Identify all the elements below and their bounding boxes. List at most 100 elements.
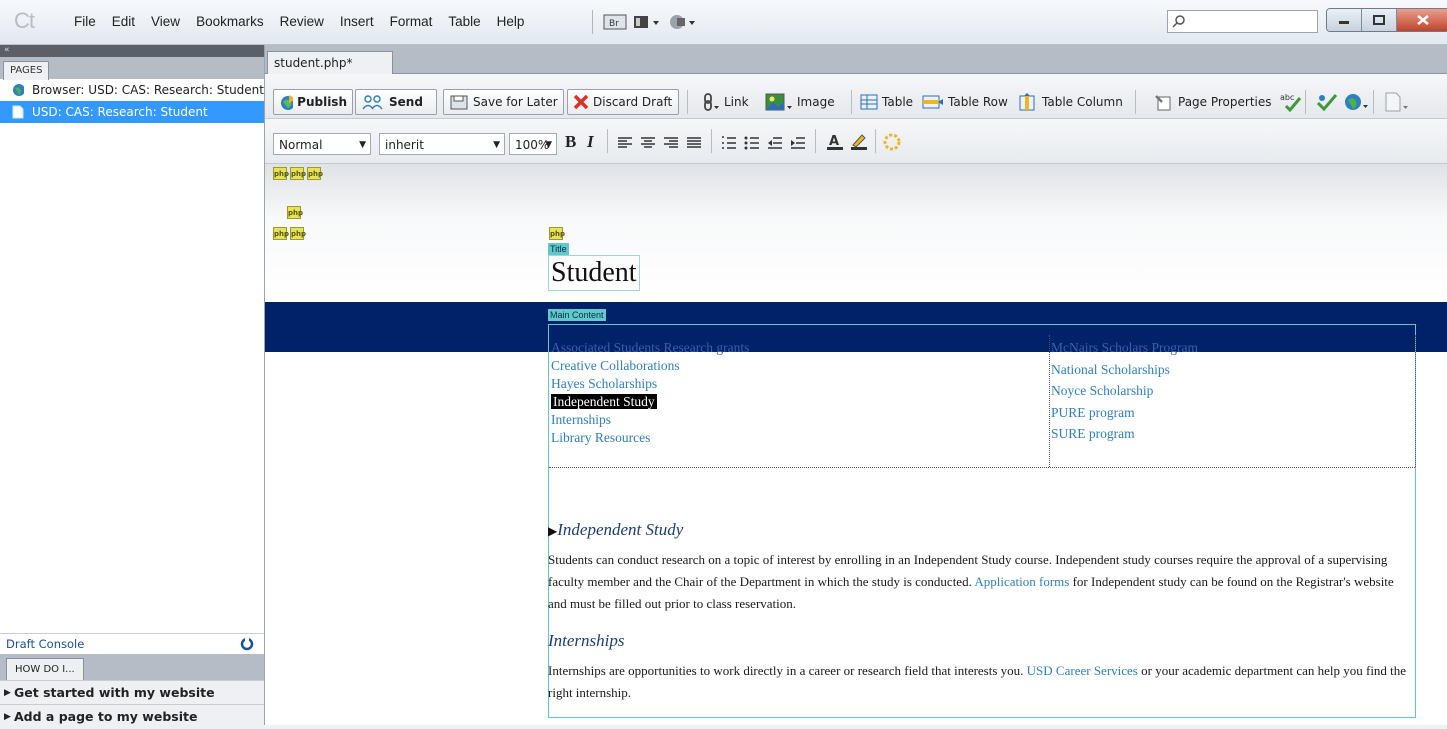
link-associated-students[interactable]: Associated Students Research grants bbox=[551, 339, 749, 357]
pages-tab[interactable]: PAGES bbox=[3, 61, 50, 80]
php-marker-icon[interactable]: php bbox=[273, 167, 289, 180]
search-input[interactable] bbox=[1167, 10, 1318, 33]
php-marker-icon[interactable]: php bbox=[290, 227, 306, 240]
php-marker-icon[interactable]: php bbox=[307, 167, 323, 180]
align-right-icon[interactable] bbox=[663, 136, 679, 150]
link-icon bbox=[704, 93, 719, 111]
link-noyce-scholarship[interactable]: Noyce Scholarship bbox=[1051, 380, 1198, 402]
link-pure-program[interactable]: PURE program bbox=[1051, 402, 1198, 424]
page-icon bbox=[1385, 92, 1408, 112]
section-heading-internships[interactable]: Internships bbox=[548, 631, 625, 651]
link-independent-study[interactable]: Independent Study bbox=[551, 394, 657, 409]
bridge-button[interactable]: Br bbox=[603, 11, 627, 33]
chevron-down-icon: ▼ bbox=[493, 140, 500, 150]
table-row-button[interactable]: Table Row bbox=[917, 89, 1013, 115]
application-forms-link[interactable]: Application forms bbox=[974, 574, 1069, 589]
menu-format[interactable]: Format bbox=[382, 14, 441, 29]
menu-file[interactable]: File bbox=[66, 14, 104, 29]
globe-icon bbox=[1345, 94, 1368, 110]
collapse-panel-button[interactable]: « bbox=[0, 45, 264, 57]
right-link-list: McNairs Scholars Program National Schola… bbox=[1051, 337, 1198, 445]
link-hayes-scholarships[interactable]: Hayes Scholarships bbox=[551, 375, 749, 393]
align-justify-icon[interactable] bbox=[686, 136, 702, 150]
menu-bar: Ct File Edit View Bookmarks Review Inser… bbox=[0, 0, 1447, 45]
how-do-i-tab[interactable]: HOW DO I... bbox=[6, 658, 84, 681]
menu-view[interactable]: View bbox=[143, 14, 188, 29]
menu-bookmarks[interactable]: Bookmarks bbox=[188, 14, 272, 29]
special-character-icon[interactable] bbox=[883, 133, 901, 151]
table-column-button[interactable]: Table Column bbox=[1013, 89, 1128, 115]
publish-button[interactable]: Publish bbox=[273, 89, 353, 115]
page-options-button[interactable] bbox=[1379, 89, 1415, 115]
play-icon: ▶ bbox=[548, 524, 558, 538]
link-button[interactable]: Link bbox=[695, 89, 754, 115]
chevron-down-icon: ▼ bbox=[359, 140, 366, 150]
chevron-down-icon: ▼ bbox=[545, 140, 552, 150]
table-button[interactable]: Table bbox=[855, 89, 918, 115]
editor-canvas[interactable]: php php php php php php php Title Studen… bbox=[265, 164, 1447, 725]
spellcheck-icon: abc bbox=[1280, 93, 1302, 112]
title-region-label[interactable]: Title bbox=[548, 243, 569, 255]
main-content-region-label[interactable]: Main Content bbox=[548, 309, 606, 321]
layout-button[interactable] bbox=[633, 11, 663, 33]
php-marker-icon[interactable]: php bbox=[287, 206, 303, 219]
send-button[interactable]: Send bbox=[355, 89, 437, 115]
close-button[interactable] bbox=[1397, 9, 1447, 31]
link-creative-collaborations[interactable]: Creative Collaborations bbox=[551, 357, 749, 375]
link-library-resources[interactable]: Library Resources bbox=[551, 429, 749, 447]
php-marker-icon[interactable]: php bbox=[549, 227, 565, 240]
discard-draft-button[interactable]: Discard Draft bbox=[567, 89, 679, 115]
link-sure-program[interactable]: SURE program bbox=[1051, 423, 1198, 445]
indent-icon[interactable] bbox=[790, 136, 806, 150]
section-heading-independent-study[interactable]: ▶Independent Study bbox=[548, 520, 683, 540]
window-controls bbox=[1326, 8, 1447, 32]
ordered-list-icon[interactable] bbox=[721, 136, 737, 150]
preview-button[interactable] bbox=[1339, 89, 1375, 115]
menu-help[interactable]: Help bbox=[489, 14, 533, 29]
align-left-icon[interactable] bbox=[617, 136, 633, 150]
tab-student-php[interactable]: student.php* bbox=[267, 51, 393, 74]
page-item-browser[interactable]: Browser: USD: CAS: Research: Student bbox=[0, 79, 264, 101]
independent-study-paragraph[interactable]: Students can conduct research on a topic… bbox=[548, 549, 1412, 615]
menu-table[interactable]: Table bbox=[440, 14, 488, 29]
internships-paragraph[interactable]: Internships are opportunities to work di… bbox=[548, 660, 1412, 704]
bold-button[interactable]: B bbox=[565, 132, 576, 152]
page-properties-button[interactable]: Page Properties bbox=[1149, 89, 1277, 115]
unordered-list-icon[interactable] bbox=[744, 136, 760, 150]
font-family-select[interactable]: inherit ▼ bbox=[379, 133, 505, 155]
paragraph-style-select[interactable]: Normal ▼ bbox=[273, 133, 371, 155]
how-item-add-page[interactable]: Add a page to my website bbox=[0, 704, 264, 729]
search-icon bbox=[1172, 15, 1185, 28]
minimize-button[interactable] bbox=[1327, 9, 1362, 31]
font-size-select[interactable]: 100% ▼ bbox=[509, 133, 557, 155]
outdent-icon[interactable] bbox=[767, 136, 783, 150]
extend-button[interactable] bbox=[669, 11, 699, 33]
highlight-icon[interactable] bbox=[849, 132, 869, 152]
link-mcnairs-scholars[interactable]: McNairs Scholars Program bbox=[1051, 337, 1198, 359]
draft-console-link[interactable]: Draft Console bbox=[0, 633, 264, 653]
menu-insert[interactable]: Insert bbox=[332, 14, 382, 29]
refresh-icon bbox=[240, 637, 254, 651]
italic-button[interactable]: I bbox=[587, 132, 594, 152]
page-item-student[interactable]: USD: CAS: Research: Student bbox=[0, 101, 264, 123]
svg-text:abc: abc bbox=[1280, 93, 1294, 102]
link-national-scholarships[interactable]: National Scholarships bbox=[1051, 359, 1198, 381]
document-tabs: student.php* bbox=[265, 45, 1447, 74]
menu-edit[interactable]: Edit bbox=[104, 14, 143, 29]
page-item-label: USD: CAS: Research: Student bbox=[32, 105, 208, 119]
maximize-button[interactable] bbox=[1362, 9, 1397, 31]
spellcheck-button[interactable]: abc bbox=[1273, 89, 1309, 115]
image-button[interactable]: Image bbox=[760, 89, 840, 115]
link-internships[interactable]: Internships bbox=[551, 411, 749, 429]
how-item-get-started[interactable]: Get started with my website bbox=[0, 680, 264, 705]
menu-review[interactable]: Review bbox=[272, 14, 332, 29]
php-marker-icon[interactable]: php bbox=[273, 227, 289, 240]
text-color-icon[interactable]: A bbox=[825, 132, 845, 152]
layout-icon bbox=[634, 16, 659, 28]
save-for-later-button[interactable]: Save for Later bbox=[443, 89, 564, 115]
career-services-link[interactable]: USD Career Services bbox=[1027, 663, 1138, 678]
align-center-icon[interactable] bbox=[640, 136, 656, 150]
extend-icon bbox=[670, 15, 695, 29]
page-title[interactable]: Student bbox=[548, 255, 640, 291]
php-marker-icon[interactable]: php bbox=[290, 167, 306, 180]
